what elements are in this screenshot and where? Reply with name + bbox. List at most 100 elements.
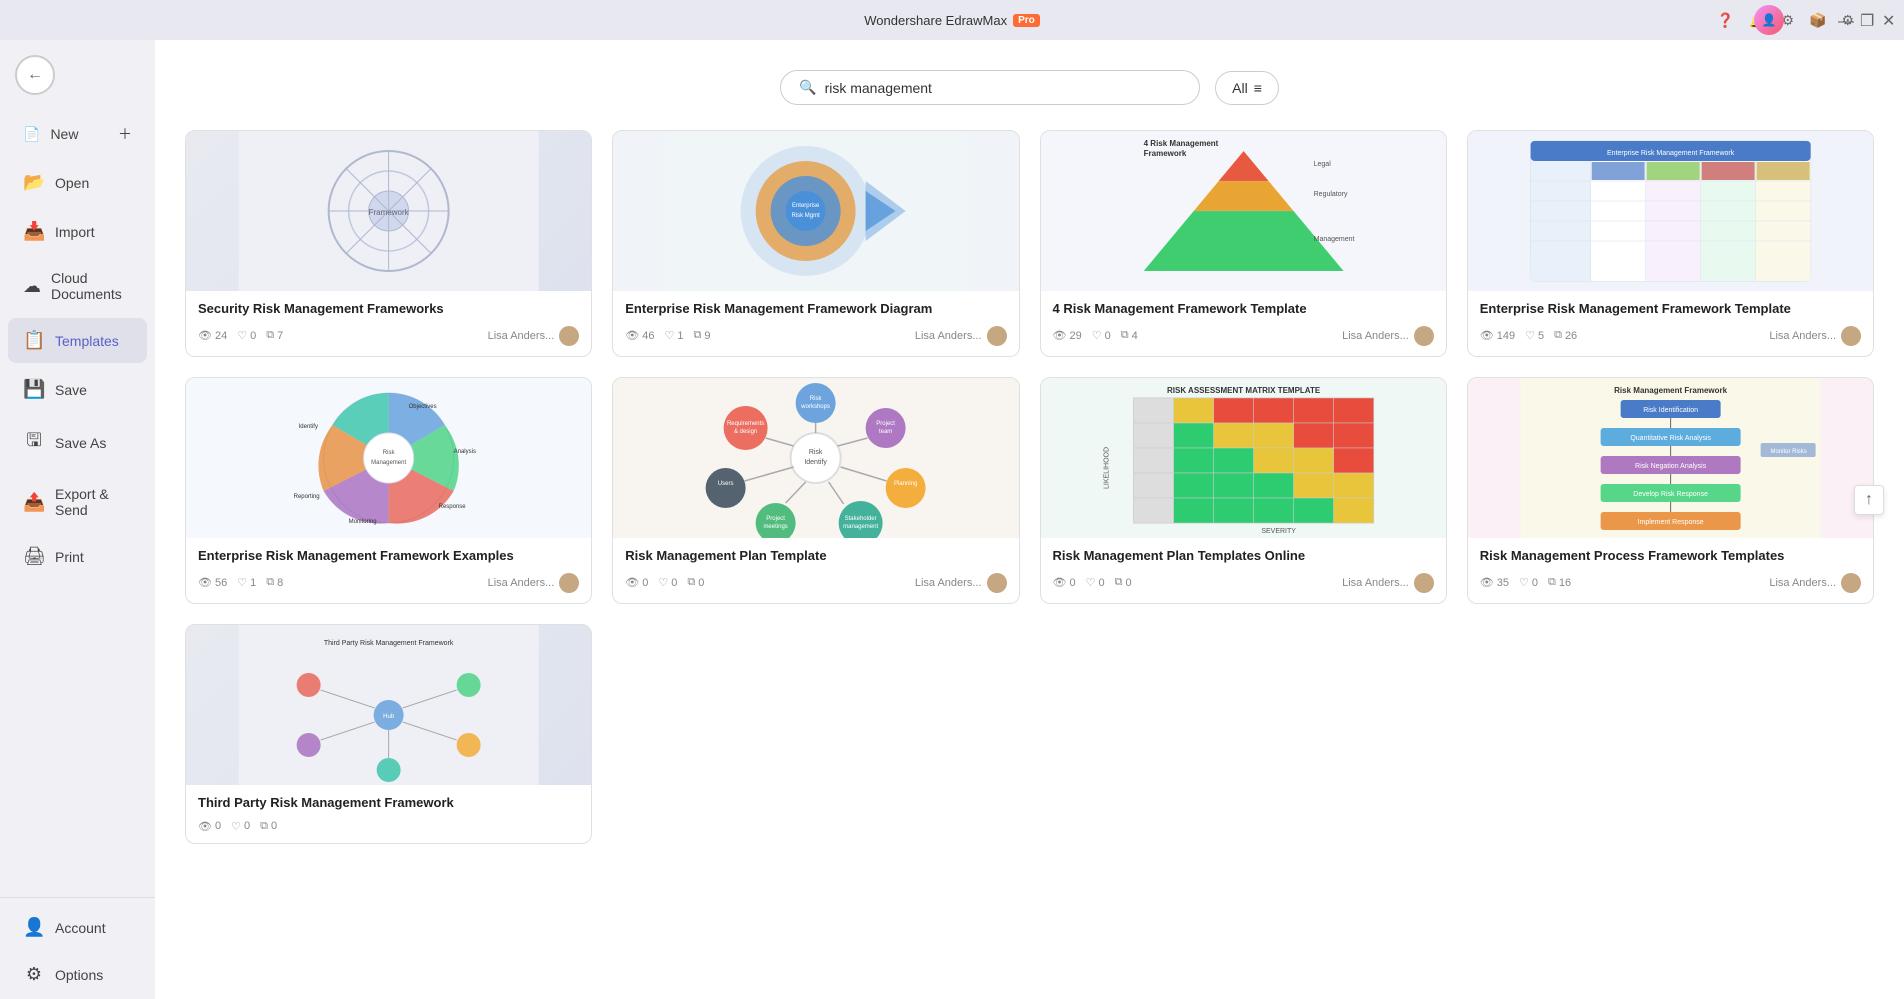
close-button[interactable]: ✕ — [1882, 14, 1894, 26]
sidebar-item-saveas[interactable]: 🖫 Save As — [8, 416, 147, 470]
template-title-7: Risk Management Plan Templates Online — [1053, 548, 1434, 565]
search-box[interactable]: 🔍 — [780, 70, 1200, 105]
svg-text:Framework: Framework — [1143, 149, 1186, 158]
views-stat-5: 👁 56 — [198, 576, 227, 589]
svg-text:Project: Project — [767, 516, 786, 522]
svg-text:Risk: Risk — [809, 449, 823, 456]
copies-stat-9: ⧉ 0 — [260, 820, 277, 833]
template-meta-6: 👁 0 ♡ 0 ⧉ 0 Lisa Anders... — [625, 573, 1006, 593]
copies-stat-8: ⧉ 16 — [1548, 576, 1571, 589]
template-info-5: Enterprise Risk Management Framework Exa… — [186, 538, 591, 603]
template-card-1[interactable]: Framework Security Risk Management Frame… — [185, 130, 592, 357]
template-author-3: Lisa Anders... — [1342, 326, 1434, 346]
back-button[interactable]: ← — [15, 55, 55, 95]
copies-stat-3: ⧉ 4 — [1121, 329, 1138, 342]
template-card-7[interactable]: RISK ASSESSMENT MATRIX TEMPLATE LIKELIHO… — [1040, 377, 1447, 604]
svg-text:management: management — [843, 524, 878, 530]
template-info-8: Risk Management Process Framework Templa… — [1468, 538, 1873, 603]
sidebar-back: ← — [0, 45, 155, 105]
copies-stat-5: ⧉ 8 — [266, 576, 283, 589]
template-author-4: Lisa Anders... — [1769, 326, 1861, 346]
template-info-9: Third Party Risk Management Framework 👁 … — [186, 785, 591, 843]
author-avatar-8 — [1841, 573, 1861, 593]
template-card-5[interactable]: Risk Management Objectives Analysis Resp… — [185, 377, 592, 604]
svg-text:Requirements: Requirements — [727, 421, 764, 427]
templates-grid: Framework Security Risk Management Frame… — [185, 130, 1874, 604]
svg-text:Monitor Risks: Monitor Risks — [1770, 449, 1806, 455]
svg-text:Monitoring: Monitoring — [349, 519, 377, 525]
template-title-5: Enterprise Risk Management Framework Exa… — [198, 548, 579, 565]
print-icon: 🖨 — [23, 546, 45, 567]
scroll-top-button[interactable]: ↑ — [1854, 485, 1884, 515]
template-title-9: Third Party Risk Management Framework — [198, 795, 579, 812]
svg-text:Analysis: Analysis — [454, 449, 476, 455]
sidebar-item-export[interactable]: 📤 Export & Send — [8, 474, 147, 530]
svg-text:SEVERITY: SEVERITY — [1261, 528, 1296, 535]
views-stat-3: 👁 29 — [1053, 329, 1082, 342]
user-avatar[interactable]: 👤 — [1754, 5, 1784, 35]
svg-text:Enterprise Risk Management Fra: Enterprise Risk Management Framework — [1607, 150, 1735, 157]
svg-text:Implement Response: Implement Response — [1637, 519, 1703, 526]
sidebar-item-import[interactable]: 📥 Import — [8, 209, 147, 254]
sidebar-item-templates[interactable]: 📋 Templates — [8, 318, 147, 363]
template-info-6: Risk Management Plan Template 👁 0 ♡ 0 ⧉ … — [613, 538, 1018, 603]
template-card-3[interactable]: Legal Regulatory Management 4 Risk Manag… — [1040, 130, 1447, 357]
author-avatar-2 — [987, 326, 1007, 346]
sidebar-item-new[interactable]: 📄 New ＋ — [8, 112, 147, 156]
import-icon: 📥 — [23, 221, 45, 242]
search-area: 🔍 All ≡ — [185, 60, 1874, 105]
sidebar-item-cloud[interactable]: ☁ Cloud Documents — [8, 258, 147, 314]
template-card-9[interactable]: Third Party Risk Management Framework Hu… — [185, 624, 592, 844]
minimize-button[interactable]: — — [1838, 14, 1850, 26]
import-label: Import — [55, 224, 95, 240]
template-title-6: Risk Management Plan Template — [625, 548, 1006, 565]
likes-stat-6: ♡ 0 — [658, 576, 677, 589]
template-card-8[interactable]: Risk Management Framework Risk Identific… — [1467, 377, 1874, 604]
templates-icon: 📋 — [23, 330, 45, 351]
template-preview-5: Risk Management Objectives Analysis Resp… — [186, 378, 591, 538]
copies-stat-4: ⧉ 26 — [1554, 329, 1577, 342]
likes-stat-2: ♡ 1 — [664, 329, 683, 342]
svg-text:Project: Project — [877, 421, 896, 427]
maximize-button[interactable]: ❐ — [1860, 14, 1872, 26]
template-preview-4: Enterprise Risk Management Framework — [1468, 131, 1873, 291]
help-icon[interactable]: ❓ — [1717, 12, 1734, 29]
pro-badge: Pro — [1013, 14, 1040, 27]
template-card-4[interactable]: Enterprise Risk Management Framework — [1467, 130, 1874, 357]
svg-text:Risk Negation Analysis: Risk Negation Analysis — [1635, 463, 1707, 470]
svg-text:Develop Risk Response: Develop Risk Response — [1633, 491, 1708, 498]
template-meta-8: 👁 35 ♡ 0 ⧉ 16 Lisa Anders... — [1480, 573, 1861, 593]
template-info-3: 4 Risk Management Framework Template 👁 2… — [1041, 291, 1446, 356]
template-card-6[interactable]: Risk Identify Risk workshops Project tea… — [612, 377, 1019, 604]
views-stat-2: 👁 46 — [625, 329, 654, 342]
sidebar-bottom: 👤 Account ⚙ Options — [0, 897, 155, 999]
svg-text:LIKELIHOOD: LIKELIHOOD — [1103, 447, 1110, 489]
template-card-2[interactable]: Enterprise Risk Mgmt Enterprise Risk Man… — [612, 130, 1019, 357]
sidebar-item-options[interactable]: ⚙ Options — [8, 952, 147, 997]
svg-text:Regulatory: Regulatory — [1313, 191, 1347, 198]
templates-label: Templates — [55, 333, 119, 349]
top-icon-group: ❓ 🔔 ⚙ 📦 ⚙ — [1717, 12, 1854, 29]
svg-text:workshops: workshops — [801, 404, 831, 410]
sidebar-item-open[interactable]: 📂 Open — [8, 160, 147, 205]
sidebar-item-account[interactable]: 👤 Account — [8, 905, 147, 950]
copies-stat-2: ⧉ 9 — [693, 329, 710, 342]
svg-text:Risk Mgmt: Risk Mgmt — [792, 213, 821, 219]
options-label: Options — [55, 967, 103, 983]
filter-button[interactable]: All ≡ — [1215, 71, 1279, 105]
template-title-8: Risk Management Process Framework Templa… — [1480, 548, 1861, 565]
svg-text:Objectives: Objectives — [409, 404, 437, 410]
sidebar-item-save[interactable]: 💾 Save — [8, 367, 147, 412]
sidebar-item-print[interactable]: 🖨 Print — [8, 534, 147, 579]
svg-text:Quantitative Risk Analysis: Quantitative Risk Analysis — [1630, 435, 1711, 442]
svg-text:Risk Management Framework: Risk Management Framework — [1614, 386, 1727, 395]
svg-text:Reporting: Reporting — [294, 494, 320, 500]
search-input[interactable] — [825, 80, 1182, 96]
views-stat-8: 👁 35 — [1480, 576, 1509, 589]
template-info-2: Enterprise Risk Management Framework Dia… — [613, 291, 1018, 356]
template-meta-2: 👁 46 ♡ 1 ⧉ 9 Lisa Anders... — [625, 326, 1006, 346]
export-label: Export & Send — [55, 486, 132, 518]
options-icon: ⚙ — [23, 964, 45, 985]
template-author-8: Lisa Anders... — [1769, 573, 1861, 593]
package-icon[interactable]: 📦 — [1809, 12, 1826, 29]
